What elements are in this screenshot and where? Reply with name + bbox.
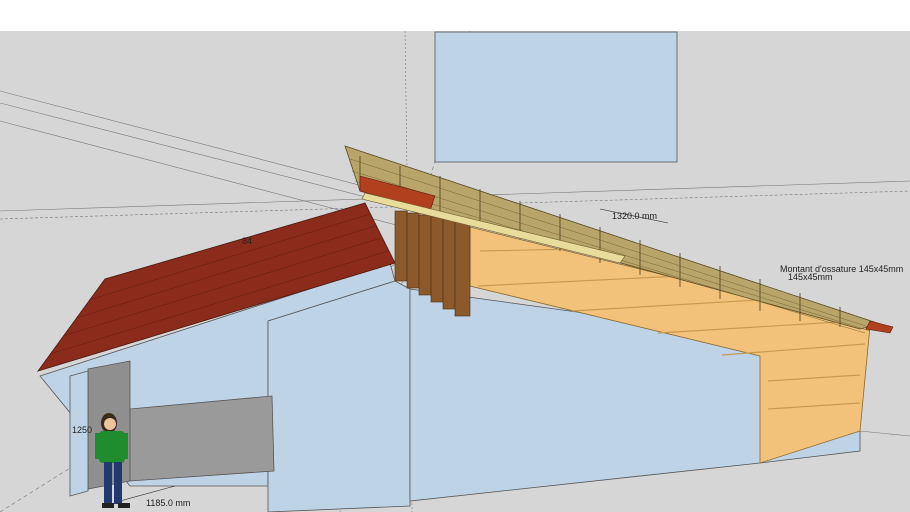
dimension-label-door-width: 1185.0 mm <box>146 498 190 508</box>
scene-canvas[interactable]: 1320.0 mm 84 Montant d'ossature 145x45mm… <box>0 31 910 512</box>
back-tall-wall <box>434 31 678 163</box>
door-opening <box>129 395 275 482</box>
dimension-label-rafter-2: 145x45mm <box>788 272 833 282</box>
top-toolbar-area <box>0 0 910 31</box>
dimension-label-left-height: 1250 <box>72 425 92 435</box>
left-building-side-wall <box>267 280 411 512</box>
dimension-label-batten-spacing: 1320.0 mm <box>612 211 657 221</box>
dimension-label-roof-length: 84 <box>242 236 252 246</box>
model-viewport[interactable]: 1320.0 mm 84 Montant d'ossature 145x45mm… <box>0 31 910 512</box>
